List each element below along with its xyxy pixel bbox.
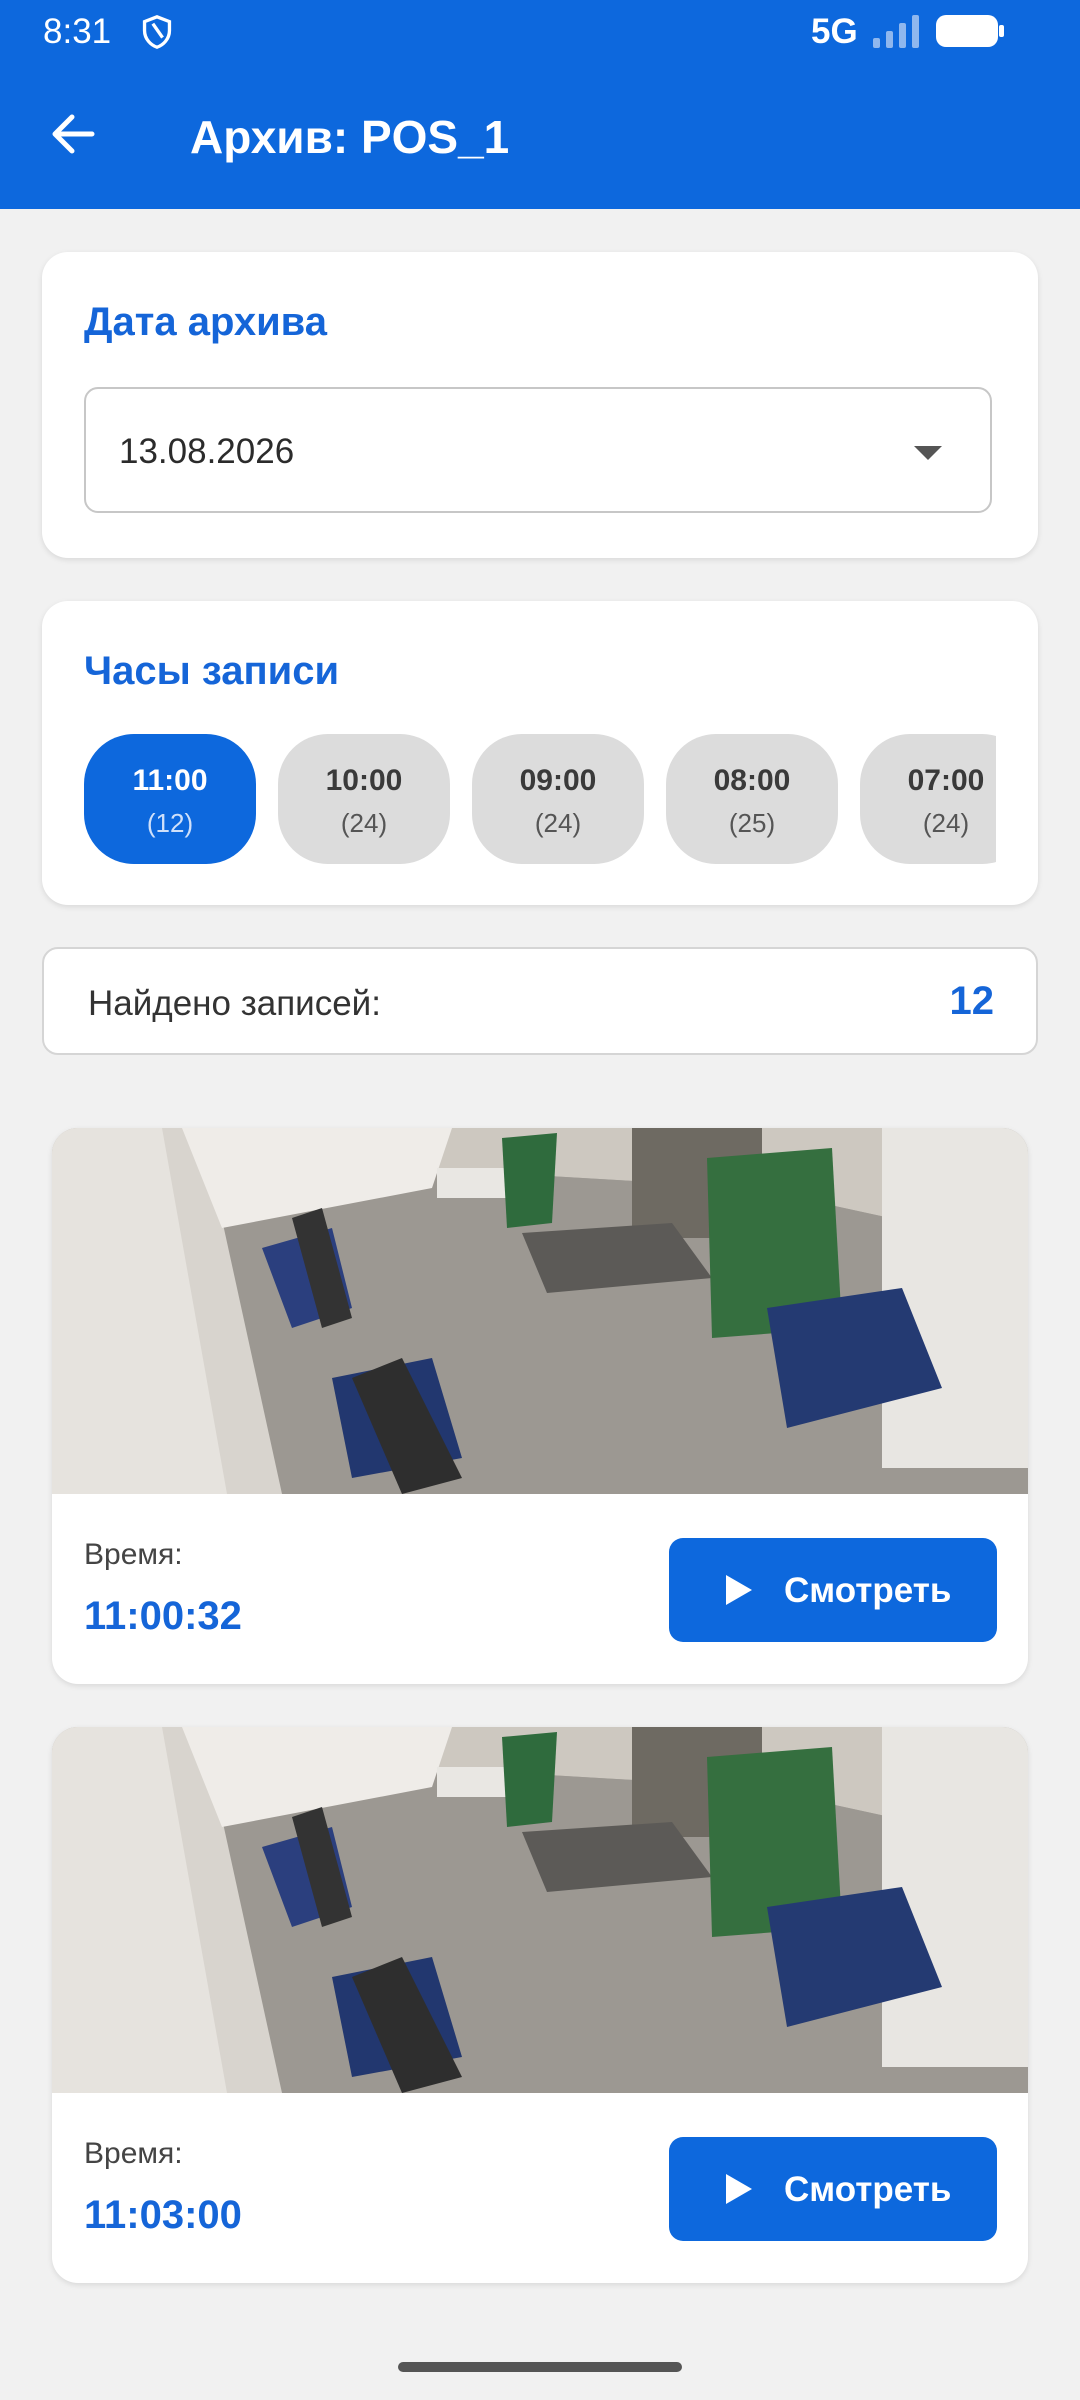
signal-icon (873, 15, 919, 48)
home-indicator[interactable] (398, 2362, 682, 2372)
record-time-label: Время: (84, 2137, 183, 2170)
record-thumbnail[interactable] (52, 1727, 1028, 2093)
selected-date: 13.08.2026 (119, 432, 295, 471)
records-found-count: 12 (949, 979, 995, 1023)
record-card: Время: 11:00:32 Смотреть (52, 1128, 1028, 1684)
archive-date-card: Дата архива 13.08.2026 (42, 252, 1038, 558)
watch-button[interactable]: Смотреть (669, 1538, 997, 1642)
watch-button-label: Смотреть (784, 1571, 952, 1610)
play-icon (726, 2174, 752, 2204)
hours-chip-list[interactable]: 11:00 (12) 10:00 (24) 09:00 (24) 08:00 (… (84, 734, 996, 864)
watch-button[interactable]: Смотреть (669, 2137, 997, 2241)
network-type: 5G (811, 12, 858, 51)
recording-hours-card: Часы записи 11:00 (12) 10:00 (24) 09:00 … (42, 601, 1038, 905)
dropdown-caret-icon (914, 446, 942, 460)
hour-chip-count: (24) (534, 808, 582, 838)
play-icon (726, 1575, 752, 1605)
hour-chip-time: 08:00 (713, 764, 791, 797)
record-time: 11:03:00 (84, 2193, 242, 2237)
shield-icon (142, 14, 172, 49)
battery-icon (936, 15, 1004, 47)
hour-chip-count: (25) (728, 808, 776, 838)
record-time-label: Время: (84, 1538, 183, 1571)
back-arrow-icon[interactable] (44, 104, 104, 164)
page-title: Архив: POS_1 (190, 111, 510, 163)
date-dropdown[interactable]: 13.08.2026 (84, 387, 992, 513)
hour-chip-time: 11:00 (132, 764, 208, 797)
hour-chip-time: 10:00 (325, 764, 403, 797)
watch-button-label: Смотреть (784, 2170, 952, 2209)
hour-chip-count: (24) (340, 808, 388, 838)
hour-chip-07[interactable]: 07:00 (24) (860, 734, 996, 864)
record-card: Время: 11:03:00 Смотреть (52, 1727, 1028, 2283)
status-time: 8:31 (43, 12, 112, 51)
app-bar: 8:31 5G Архив: POS_1 (0, 0, 1080, 209)
hour-chip-time: 09:00 (519, 764, 597, 797)
records-found-bar: Найдено записей: 12 (42, 947, 1038, 1055)
archive-date-title: Дата архива (84, 300, 327, 344)
hour-chip-count: (24) (922, 808, 970, 838)
hour-chip-time: 07:00 (907, 764, 985, 797)
hour-chip-11[interactable]: 11:00 (12) (84, 734, 256, 864)
hour-chip-count: (12) (146, 808, 194, 838)
hour-chip-10[interactable]: 10:00 (24) (278, 734, 450, 864)
hour-chip-09[interactable]: 09:00 (24) (472, 734, 644, 864)
hour-chip-08[interactable]: 08:00 (25) (666, 734, 838, 864)
records-found-label: Найдено записей: (88, 984, 381, 1023)
record-time: 11:00:32 (84, 1594, 242, 1638)
record-thumbnail[interactable] (52, 1128, 1028, 1494)
recording-hours-title: Часы записи (84, 649, 340, 693)
